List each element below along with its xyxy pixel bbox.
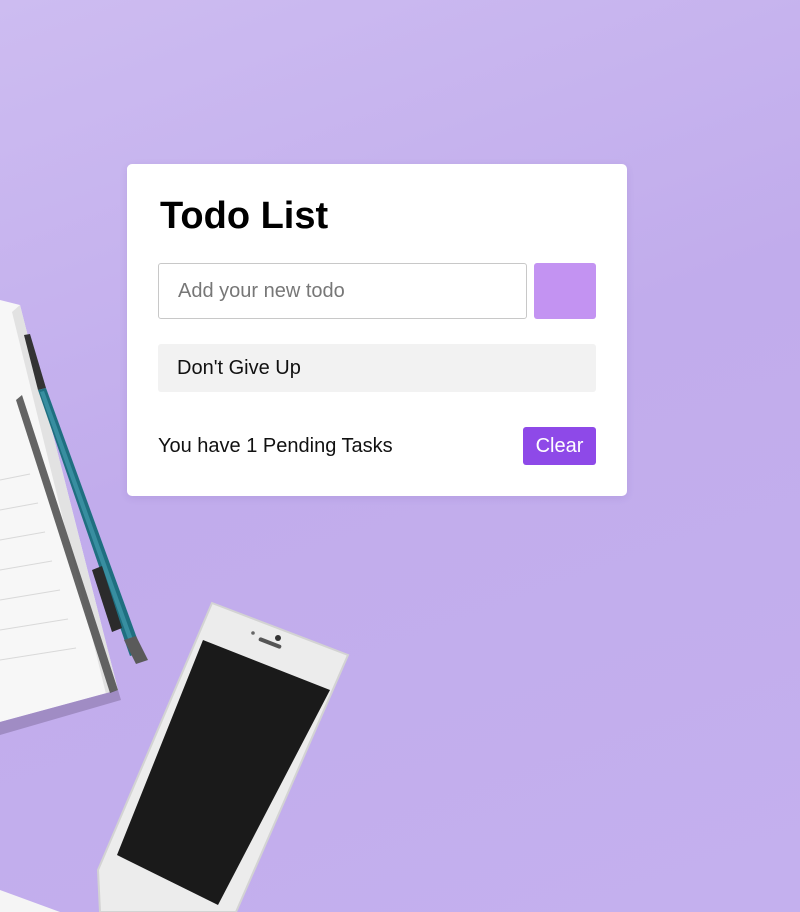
todo-footer: You have 1 Pending Tasks Clear <box>158 427 596 465</box>
page-title: Todo List <box>160 195 329 237</box>
todo-input[interactable] <box>158 263 527 319</box>
notebook-image <box>0 300 121 735</box>
paper-corner-image <box>0 890 60 912</box>
clear-button[interactable]: Clear <box>523 427 596 465</box>
todo-item-text: Don't Give Up <box>177 356 301 379</box>
add-todo-button[interactable] <box>534 263 596 319</box>
todo-item[interactable]: Don't Give Up <box>158 344 596 392</box>
pending-count-text: You have 1 Pending Tasks <box>158 434 393 457</box>
todo-card: Todo List Don't Give Up You have 1 Pendi… <box>127 164 627 496</box>
